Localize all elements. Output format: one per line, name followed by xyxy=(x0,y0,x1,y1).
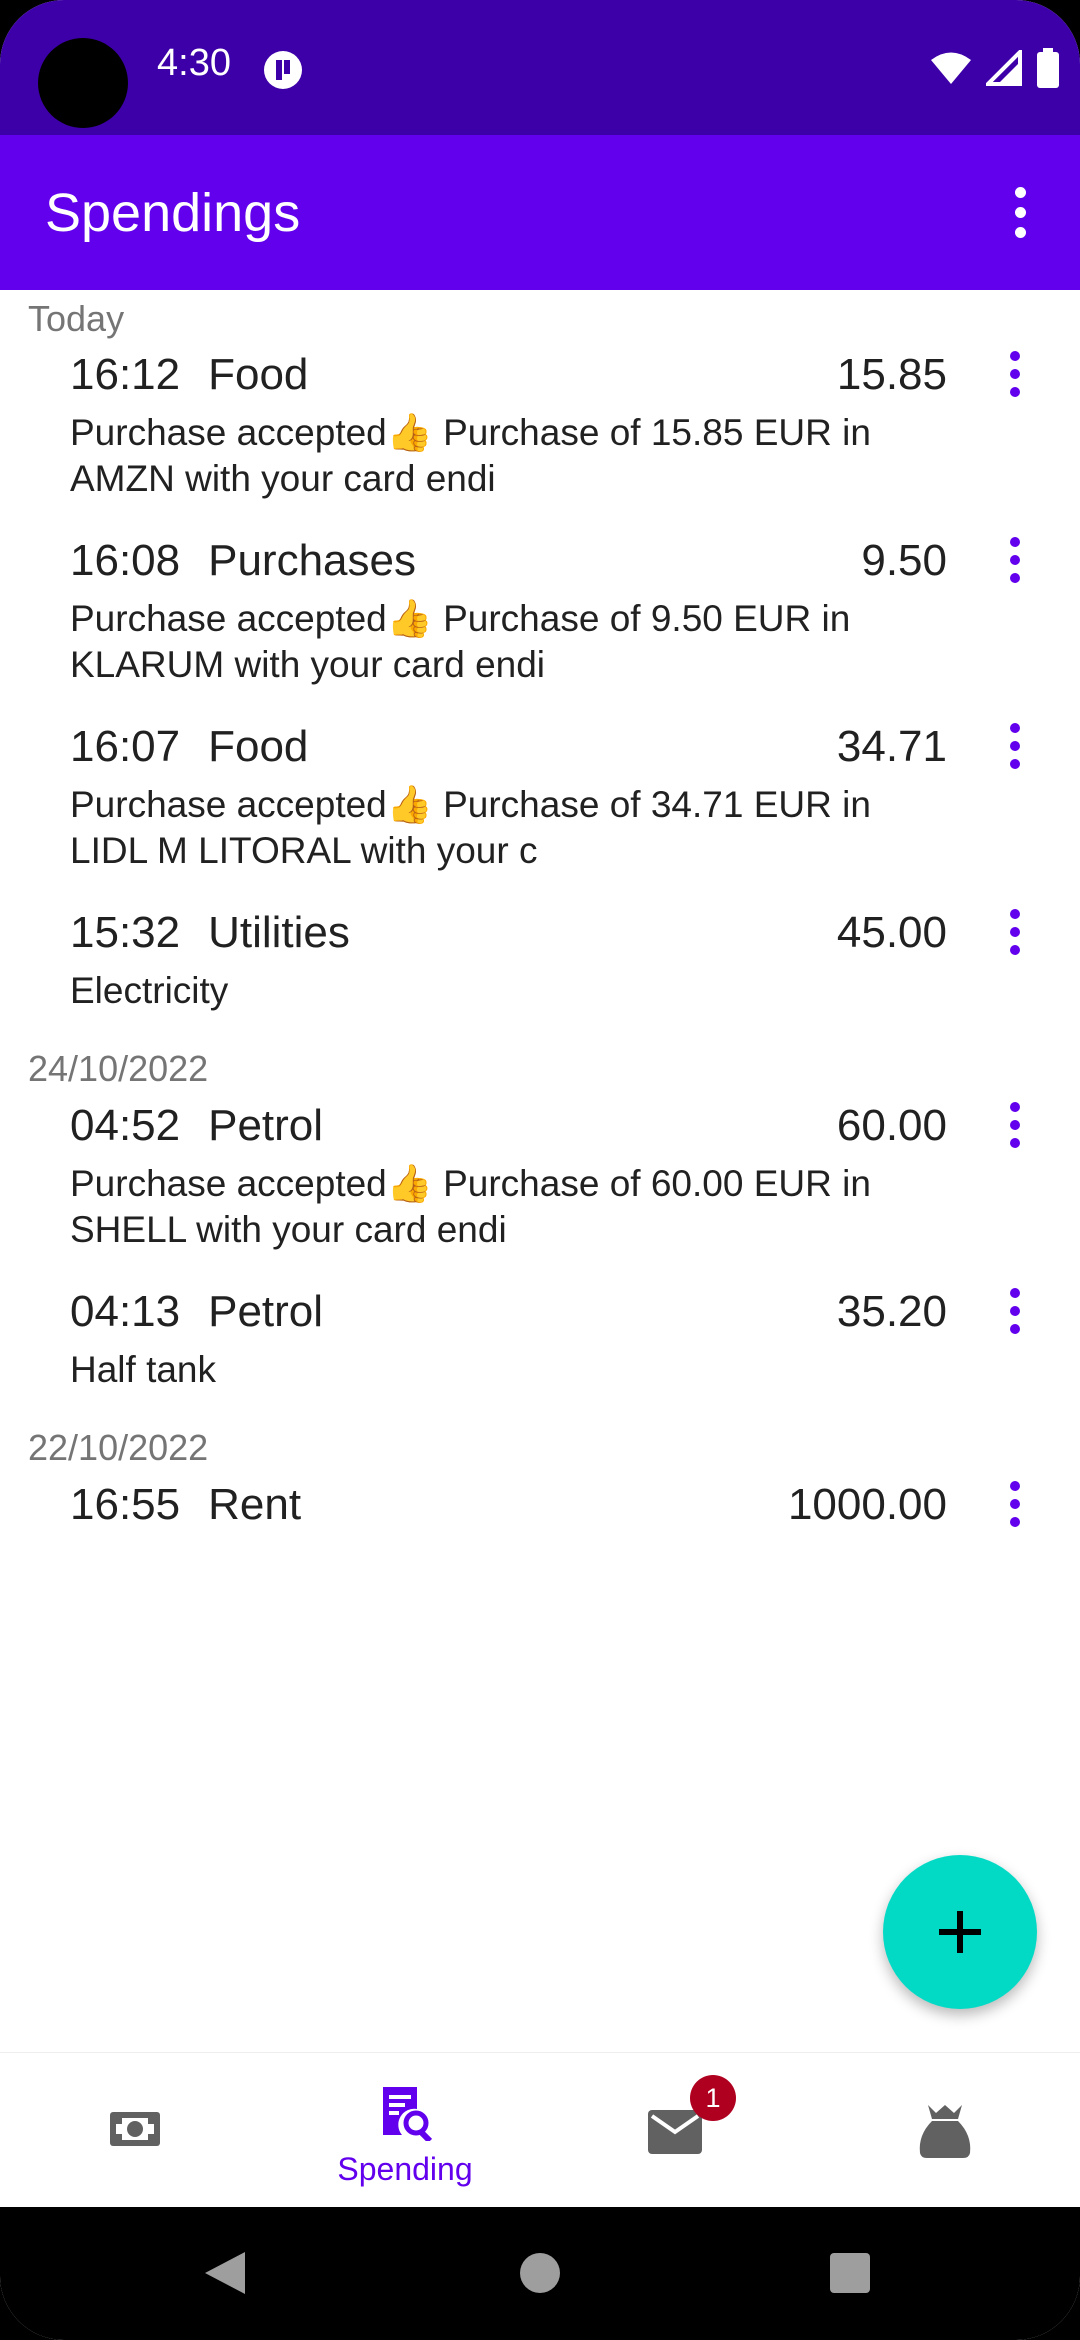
date-header: Today xyxy=(28,298,125,339)
item-category: Food xyxy=(208,350,309,399)
item-menu-button[interactable] xyxy=(1000,342,1030,406)
item-description: Half tank xyxy=(70,1349,217,1390)
item-amount: 60.00 xyxy=(836,1101,947,1150)
nav-label-spending: Spending xyxy=(337,2151,473,2187)
receipt-search-icon xyxy=(383,2087,433,2141)
item-amount: 45.00 xyxy=(836,908,947,957)
more-vert-icon xyxy=(1010,1288,1020,1298)
item-description: Purchase accepted👍 Purchase of 15.85 EUR… xyxy=(70,412,871,499)
battery-icon xyxy=(1037,48,1059,88)
item-menu-button[interactable] xyxy=(1000,1093,1030,1157)
item-time: 16:55 xyxy=(70,1480,181,1529)
item-menu-button[interactable] xyxy=(1000,714,1030,778)
date-header: 22/10/2022 xyxy=(28,1427,209,1468)
item-category: Rent xyxy=(208,1480,302,1529)
item-menu-button[interactable] xyxy=(1000,900,1030,964)
nav-item-money[interactable] xyxy=(0,2053,270,2208)
item-description: Electricity xyxy=(70,970,229,1011)
plus-icon xyxy=(939,1911,981,1953)
item-category: Purchases xyxy=(208,536,416,585)
item-amount: 35.20 xyxy=(836,1287,947,1336)
item-description: Purchase accepted👍 Purchase of 60.00 EUR… xyxy=(70,1163,871,1250)
home-icon[interactable] xyxy=(519,2252,561,2294)
nav-item-messages[interactable] xyxy=(540,2053,810,2208)
mail-badge: 1 xyxy=(690,2075,736,2121)
recents-icon[interactable] xyxy=(829,2252,871,2294)
item-amount: 9.50 xyxy=(861,536,947,585)
item-time: 04:52 xyxy=(70,1101,181,1150)
item-category: Petrol xyxy=(208,1287,324,1336)
nav-item-savings[interactable] xyxy=(810,2053,1080,2208)
item-category: Food xyxy=(208,722,309,771)
item-amount: 15.85 xyxy=(836,350,947,399)
status-clock: 4:30 xyxy=(157,42,231,84)
item-time: 15:32 xyxy=(70,908,181,957)
item-menu-button[interactable] xyxy=(1000,528,1030,592)
item-description: Purchase accepted👍 Purchase of 9.50 EUR … xyxy=(70,598,851,685)
front-camera xyxy=(38,38,128,128)
nav-item-spending[interactable]: Spending xyxy=(270,2053,540,2208)
add-spending-button[interactable] xyxy=(883,1855,1037,2009)
more-vert-icon xyxy=(1014,186,1026,198)
more-vert-icon xyxy=(1010,723,1020,733)
mail-icon xyxy=(648,2110,702,2154)
date-header: 24/10/2022 xyxy=(28,1048,209,1089)
app-screen: 4:30 Spendings Today 16:12 Food 15.85 Pu… xyxy=(0,0,1080,2340)
item-menu-button[interactable] xyxy=(1000,1279,1030,1343)
overflow-menu-button[interactable] xyxy=(990,177,1050,247)
more-vert-icon xyxy=(1010,537,1020,547)
item-time: 04:13 xyxy=(70,1287,181,1336)
bottom-navigation: Spending xyxy=(0,2052,1080,2207)
item-time: 16:12 xyxy=(70,350,181,399)
item-description: Purchase accepted👍 Purchase of 34.71 EUR… xyxy=(70,784,871,871)
notification-app-icon xyxy=(264,51,302,89)
more-vert-icon xyxy=(1010,909,1020,919)
more-vert-icon xyxy=(1010,1102,1020,1112)
item-menu-button[interactable] xyxy=(1000,1472,1030,1536)
item-time: 16:08 xyxy=(70,536,181,585)
system-navigation-bar xyxy=(0,2207,1080,2340)
back-icon[interactable] xyxy=(203,2250,247,2296)
item-time: 16:07 xyxy=(70,722,181,771)
item-category: Utilities xyxy=(208,908,350,957)
page-title: Spendings xyxy=(45,183,301,243)
app-bar: Spendings xyxy=(0,135,1080,290)
more-vert-icon xyxy=(1010,1481,1020,1491)
status-icons xyxy=(930,46,1060,90)
item-amount: 1000.00 xyxy=(787,1480,947,1529)
status-bar: 4:30 xyxy=(0,0,1080,135)
signal-icon xyxy=(986,50,1022,86)
wifi-icon xyxy=(931,52,971,84)
item-amount: 34.71 xyxy=(836,722,947,771)
more-vert-icon xyxy=(1010,351,1020,361)
money-icon xyxy=(110,2112,160,2146)
money-bag-icon xyxy=(919,2105,971,2158)
item-category: Petrol xyxy=(208,1101,324,1150)
